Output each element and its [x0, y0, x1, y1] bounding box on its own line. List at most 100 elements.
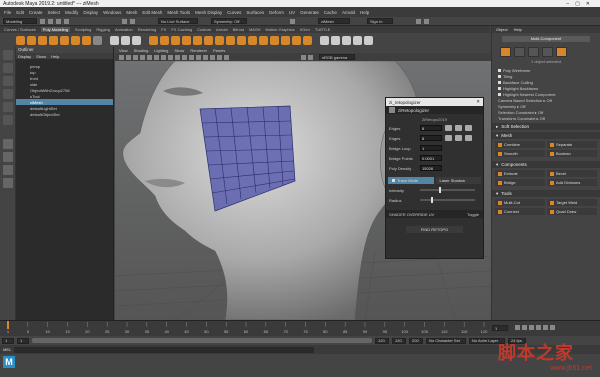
- menu-item-deform[interactable]: Deform: [269, 10, 284, 15]
- multicut-icon[interactable]: [259, 35, 268, 45]
- menu-item-edit[interactable]: Edit: [16, 10, 24, 15]
- sweep-icon[interactable]: [110, 35, 119, 45]
- menu-item-uv[interactable]: UV: [289, 10, 295, 15]
- field-value[interactable]: 0.0001: [420, 155, 442, 161]
- section-header-components[interactable]: ▾ Components: [492, 161, 600, 168]
- settings-icon[interactable]: [416, 18, 421, 24]
- live-surface-dropdown[interactable]: No Live Surface: [158, 18, 198, 24]
- reset-button[interactable]: [465, 135, 472, 141]
- type-icon[interactable]: [121, 35, 130, 45]
- shelf-tab-sculpting[interactable]: Sculpting: [75, 27, 91, 32]
- increment-button[interactable]: [455, 135, 462, 141]
- xray-joints-icon[interactable]: [217, 54, 222, 60]
- viewport-menu-shading[interactable]: Shading: [134, 48, 149, 53]
- shelf-tab-fx[interactable]: FX: [161, 27, 166, 32]
- extrude-button[interactable]: Extrude: [495, 170, 545, 177]
- center-pivot-icon[interactable]: [353, 35, 362, 45]
- four-view-icon[interactable]: [3, 152, 13, 162]
- color-space-dropdown[interactable]: sRGB gamma: [319, 54, 355, 60]
- disc-icon[interactable]: [82, 35, 91, 45]
- shelf-tab-poly-modeling[interactable]: Poly Modeling: [40, 27, 70, 32]
- section-header-mesh[interactable]: ▾ Mesh: [492, 132, 600, 139]
- target-weld-icon[interactable]: [270, 35, 279, 45]
- redo-icon[interactable]: [64, 18, 69, 24]
- menu-item-modify[interactable]: Modify: [65, 10, 78, 15]
- folder-icon[interactable]: [40, 18, 45, 24]
- append-icon[interactable]: [248, 35, 257, 45]
- viewport-menu-panels[interactable]: Panels: [213, 48, 225, 53]
- shelf-tab-arnold[interactable]: Arnold: [216, 27, 228, 32]
- field-value[interactable]: 8: [420, 125, 442, 131]
- menu-item-cache[interactable]: Cache: [324, 10, 337, 15]
- quad-draw-button[interactable]: Quad Draw: [547, 208, 597, 215]
- checkbox-icon[interactable]: [498, 68, 501, 72]
- single-view-icon[interactable]: [3, 139, 13, 149]
- shelf-tab-animation[interactable]: Animation: [115, 27, 133, 32]
- menu-item-edit-mesh[interactable]: Edit Mesh: [142, 10, 162, 15]
- range-bar[interactable]: [32, 338, 372, 343]
- step-back-icon[interactable]: [522, 325, 527, 330]
- shelf-tab-motion-graphics[interactable]: Motion Graphics: [266, 27, 295, 32]
- bridge-icon[interactable]: [215, 35, 224, 45]
- playback-start-field[interactable]: 1: [17, 337, 29, 344]
- head-mesh[interactable]: [122, 61, 420, 320]
- shelf-tab-rigging[interactable]: Rigging: [96, 27, 110, 32]
- wireframe-icon[interactable]: [147, 54, 152, 60]
- radius-slider[interactable]: [420, 197, 475, 203]
- edge-mode-icon[interactable]: [528, 47, 539, 57]
- viewport-menu-view[interactable]: View: [119, 48, 128, 53]
- time-slider[interactable]: 1 5 10 15 20 25 30 35 40 45 50 55 60 65 70 75 80 85 90 95 10…: [0, 320, 600, 336]
- playback-end-field[interactable]: 120: [375, 337, 389, 344]
- outliner-item[interactable]: defaultObjectSet: [16, 111, 113, 117]
- sphere-icon[interactable]: [16, 35, 25, 45]
- current-frame-field[interactable]: 1: [492, 325, 508, 331]
- cylinder-icon[interactable]: [38, 35, 47, 45]
- extrude-icon[interactable]: [204, 35, 213, 45]
- separate-button[interactable]: Separate: [547, 141, 597, 148]
- menu-item-select[interactable]: Select: [48, 10, 61, 15]
- step-forward-icon[interactable]: [543, 325, 548, 330]
- smooth-button[interactable]: Smooth: [495, 150, 545, 157]
- object-mode-icon[interactable]: [500, 47, 511, 57]
- menu-item-mesh-tools[interactable]: Mesh Tools: [167, 10, 190, 15]
- multi-cut-button[interactable]: Multi-Cut: [495, 199, 545, 206]
- zimesh-titlebar[interactable]: zi_retopologizer ✕: [386, 98, 483, 106]
- tab-laser-shadow[interactable]: Laser Shadow: [435, 177, 481, 184]
- ao-icon[interactable]: [182, 54, 187, 60]
- bookmark-icon[interactable]: [133, 54, 138, 60]
- menu-item-mesh-display[interactable]: Mesh Display: [195, 10, 222, 15]
- move-tool-icon[interactable]: [3, 89, 13, 99]
- reset-button[interactable]: [465, 125, 472, 131]
- menu-item-help[interactable]: Help: [360, 10, 369, 15]
- find-retopo-button[interactable]: FIND RETOPO: [406, 226, 463, 233]
- render-icon[interactable]: [290, 18, 295, 24]
- outliner-menu-display[interactable]: Display: [18, 54, 31, 59]
- lights-icon[interactable]: [168, 54, 173, 60]
- menu-item-create[interactable]: Create: [29, 10, 43, 15]
- shadows-icon[interactable]: [175, 54, 180, 60]
- save-icon[interactable]: [48, 18, 53, 24]
- isolate-icon[interactable]: [203, 54, 208, 60]
- go-start-icon[interactable]: [515, 325, 520, 330]
- target-weld-button[interactable]: Target Weld: [547, 199, 597, 206]
- toggle-button[interactable]: Toggle: [467, 212, 479, 217]
- transform-constraint[interactable]: Transform Constraint ▸ Off: [492, 115, 600, 121]
- soft-selection-header[interactable]: ▸ Soft Selection: [492, 123, 600, 130]
- sign-in-button[interactable]: Sign In: [367, 18, 393, 24]
- shelf-tab-turtle[interactable]: TURTLE: [315, 27, 330, 32]
- delete-history-icon[interactable]: [342, 35, 351, 45]
- vertex-mode-icon[interactable]: [514, 47, 525, 57]
- shelf-tab-bifrost[interactable]: Bifrost: [233, 27, 244, 32]
- viewport-menu-show[interactable]: Show: [174, 48, 184, 53]
- boolean-button[interactable]: Boolean: [547, 150, 597, 157]
- planar-map-icon[interactable]: [303, 35, 312, 45]
- increment-button[interactable]: [455, 125, 462, 131]
- layout-icon[interactable]: [424, 18, 429, 24]
- menu-item-file[interactable]: File: [4, 10, 11, 15]
- section-header-tools[interactable]: ▾ Tools: [492, 190, 600, 197]
- tab-object[interactable]: Object: [496, 27, 508, 32]
- gamma-icon[interactable]: [308, 54, 313, 60]
- smooth-shade-icon[interactable]: [154, 54, 159, 60]
- uv-editor-icon[interactable]: [331, 35, 340, 45]
- separate-icon[interactable]: [160, 35, 169, 45]
